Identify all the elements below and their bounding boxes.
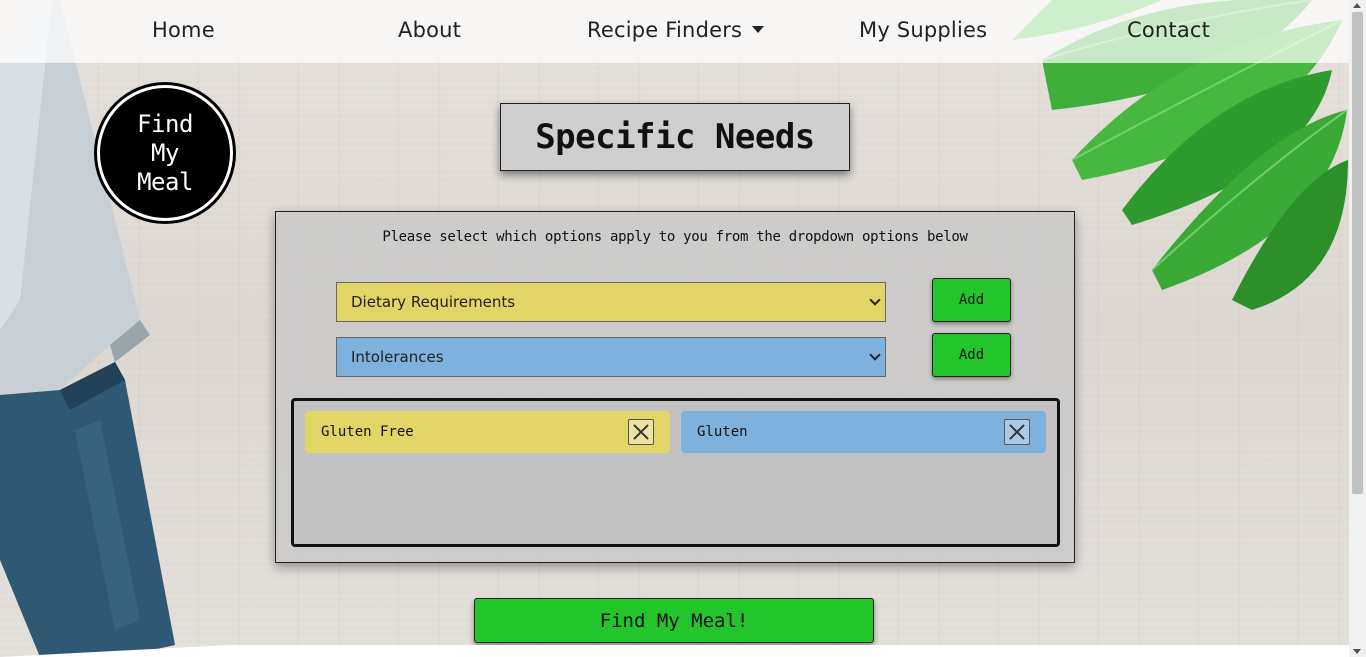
- intolerances-select[interactable]: Intolerances: [336, 337, 886, 377]
- chip-label: Gluten Free: [321, 424, 414, 440]
- scrollbar-thumb[interactable]: [1352, 12, 1363, 494]
- selected-chip-dietary: Gluten Free: [305, 411, 670, 453]
- dietary-requirements-select[interactable]: Dietary Requirements: [336, 282, 886, 322]
- instructions-text: Please select which options apply to you…: [382, 229, 968, 245]
- scroll-down-arrow-icon[interactable]: [1353, 649, 1361, 654]
- nav-about[interactable]: About: [398, 18, 461, 42]
- page-title-box: Specific Needs: [500, 103, 850, 171]
- scroll-up-arrow-icon[interactable]: [1353, 3, 1361, 8]
- vertical-scrollbar[interactable]: [1349, 0, 1366, 657]
- nav-contact[interactable]: Contact: [1127, 18, 1210, 42]
- find-my-meal-button[interactable]: Find My Meal!: [474, 598, 874, 643]
- chevron-down-icon: [869, 294, 881, 306]
- nav-my-supplies[interactable]: My Supplies: [859, 18, 987, 42]
- caret-down-icon: [752, 26, 765, 33]
- selected-needs-box: Gluten Free Gluten: [291, 398, 1060, 547]
- close-icon[interactable]: [628, 419, 654, 445]
- nav-recipe-finders-label: Recipe Finders: [587, 18, 743, 42]
- intolerances-select-value: Intolerances: [351, 348, 444, 366]
- selected-chip-intolerance: Gluten: [681, 411, 1046, 453]
- nav-home[interactable]: Home: [152, 18, 215, 42]
- dietary-select-value: Dietary Requirements: [351, 293, 516, 311]
- close-icon[interactable]: [1004, 419, 1030, 445]
- chevron-down-icon: [869, 349, 881, 361]
- logo-text: Find My Meal: [137, 109, 193, 196]
- nav-recipe-finders[interactable]: Recipe Finders: [587, 18, 765, 42]
- page-title: Specific Needs: [535, 117, 815, 157]
- chip-label: Gluten: [697, 424, 748, 440]
- add-dietary-button[interactable]: Add: [932, 278, 1011, 322]
- footer-edge: [0, 645, 1349, 657]
- add-intolerance-button[interactable]: Add: [932, 333, 1011, 377]
- top-navbar: Home About Recipe Finders My Supplies Co…: [0, 0, 1349, 63]
- specific-needs-panel: Please select which options apply to you…: [275, 211, 1075, 563]
- find-my-meal-logo[interactable]: Find My Meal: [97, 85, 233, 221]
